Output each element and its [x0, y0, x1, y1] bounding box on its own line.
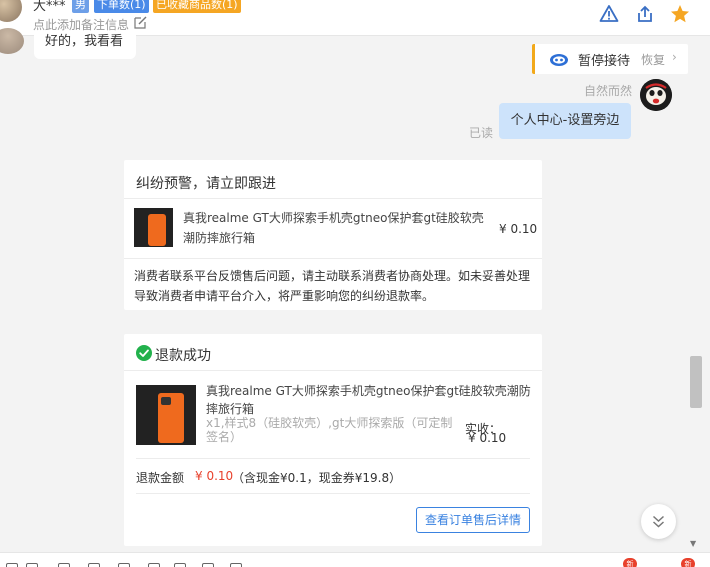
divider [136, 458, 530, 459]
sender-avatar [640, 79, 672, 111]
customer-avatar[interactable] [0, 0, 22, 22]
scissors-icon[interactable] [26, 563, 38, 567]
divider [136, 493, 530, 494]
pause-reception-panel: 暂停接待 恢复 › [532, 44, 688, 74]
view-after-sale-detail-button[interactable]: 查看订单售后详情 [416, 507, 530, 533]
star-icon[interactable] [670, 4, 690, 24]
refund-title: 退款成功 [155, 348, 211, 364]
emoji-icon[interactable] [6, 563, 18, 567]
customer-header: 大*** 男 下单数(1) 已收藏商品数(1) 点此添加备注信息 [0, 0, 710, 36]
dispute-warning-card: 纠纷预警，请立即跟进 真我realme GT大师探索手机壳gtneo保护套gt硅… [124, 160, 542, 310]
dispute-title: 纠纷预警，请立即跟进 [136, 176, 276, 192]
dispute-description: 消费者联系平台反馈售后问题，请主动联系消费者协商处理。如未妥善处理导致消费者申请… [134, 269, 531, 303]
history-icon[interactable] [202, 563, 214, 567]
product-spec: x1,样式8（硅胶软壳）,gt大师探索版（可定制签名） [206, 416, 453, 444]
customer-message-avatar [0, 28, 24, 54]
product-title[interactable]: 真我realme GT大师探索手机壳gtneo保护套gt硅胶软壳潮防摔旅行箱 [206, 382, 534, 418]
scroll-to-bottom-button[interactable] [641, 504, 676, 539]
product-icon[interactable] [118, 563, 130, 567]
gender-tag: 男 [72, 0, 89, 13]
chevron-right-icon[interactable]: › [672, 50, 677, 64]
product-price: ¥ 0.10 [499, 222, 538, 236]
divider [124, 258, 542, 259]
add-note-link[interactable]: 点此添加备注信息 [33, 16, 129, 33]
product-thumbnail[interactable] [136, 385, 196, 445]
product-title[interactable]: 真我realme GT大师探索手机壳gtneo保护套gt硅胶软壳潮防摔旅行箱 [183, 208, 489, 248]
divider [124, 370, 542, 371]
check-circle-icon [136, 345, 152, 361]
sender-name: 自然而然 [584, 84, 633, 98]
chevron-down-double-icon [652, 515, 665, 528]
actual-received-value: ¥ 0.10 [468, 431, 507, 445]
warning-icon[interactable] [599, 4, 619, 24]
orders-count-tag[interactable]: 下单数(1) [94, 0, 149, 13]
image-icon[interactable] [58, 563, 70, 567]
refund-success-card: 退款成功 真我realme GT大师探索手机壳gtneo保护套gt硅胶软壳潮防摔… [124, 334, 542, 546]
edit-icon[interactable] [134, 16, 147, 29]
robot-icon [550, 54, 568, 66]
scroll-down-arrow[interactable]: ▼ [690, 539, 696, 548]
divider [124, 198, 542, 199]
read-status: 已读 [469, 126, 494, 140]
coupon-icon[interactable] [148, 563, 160, 567]
scrollbar-thumb[interactable] [690, 356, 702, 408]
share-icon[interactable] [635, 4, 655, 24]
favorites-count-tag[interactable]: 已收藏商品数(1) [153, 0, 241, 13]
refund-amount: ¥ 0.10 [195, 469, 234, 483]
incoming-message-text: 好的，我看看 [45, 34, 124, 49]
product-thumbnail[interactable] [134, 208, 173, 247]
new-badge: 新 [623, 558, 637, 567]
folder-icon[interactable] [88, 563, 100, 567]
outgoing-message: 个人中心-设置旁边 [499, 103, 631, 139]
refund-amount-detail: （含现金¥0.1，现金券¥19.8） [232, 471, 402, 485]
pause-reception-label: 暂停接待 [578, 54, 631, 69]
refund-amount-label: 退款金额 [136, 471, 185, 485]
input-toolbar: 新 新 [0, 552, 710, 567]
new-badge: 新 [681, 558, 695, 567]
order-icon[interactable] [174, 563, 186, 567]
search-icon[interactable] [230, 563, 242, 567]
resume-button[interactable]: 恢复 [641, 51, 665, 68]
incoming-message: 好的，我看看 [34, 33, 136, 59]
customer-name: 大*** [33, 0, 66, 14]
